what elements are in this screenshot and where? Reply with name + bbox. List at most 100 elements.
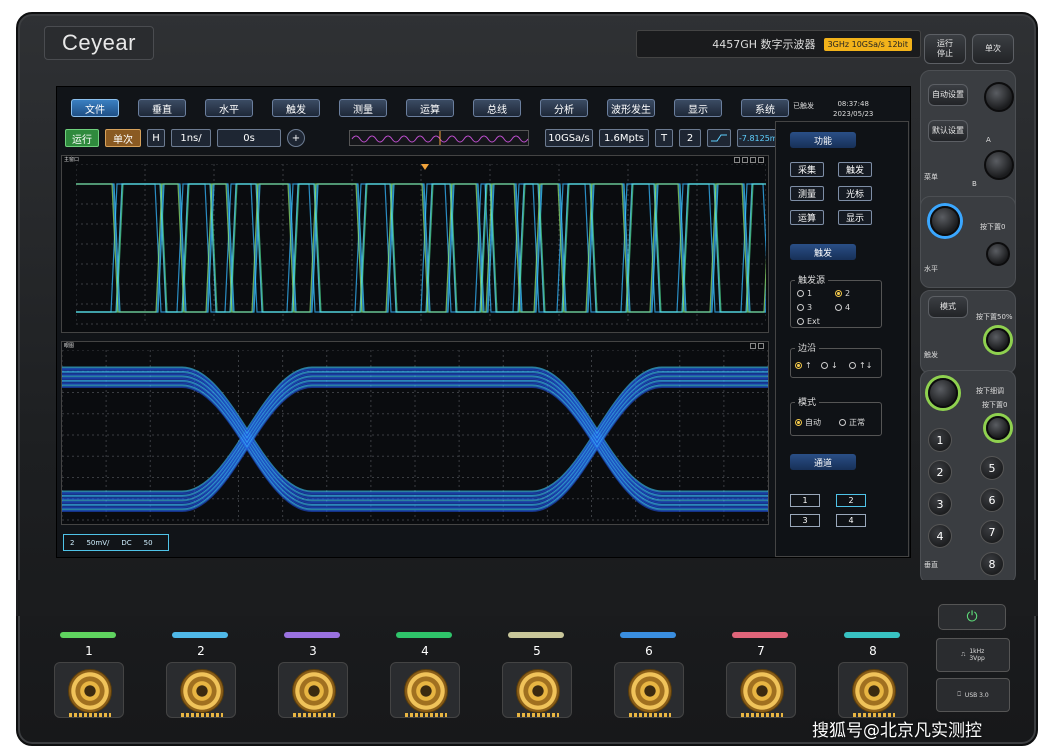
menu-item-1[interactable]: 垂直 xyxy=(138,99,186,117)
channel-key-7[interactable]: 7 xyxy=(980,520,1004,544)
window-close-icon[interactable] xyxy=(758,157,764,163)
bnc-connector-icon[interactable] xyxy=(68,669,112,713)
measure-button[interactable]: 测量 xyxy=(790,186,824,201)
bnc-connector-icon[interactable] xyxy=(516,669,560,713)
channel-info-box[interactable]: 2 50mV/ DC 50 xyxy=(63,534,169,551)
bnc-connector-icon[interactable] xyxy=(852,669,896,713)
menu-item-5[interactable]: 运算 xyxy=(406,99,454,117)
trigger-level-knob[interactable] xyxy=(986,328,1010,352)
source-1[interactable]: 1 xyxy=(797,289,812,298)
menu-item-0[interactable]: 文件 xyxy=(71,99,119,117)
usb-port[interactable]: ⎕ USB 3.0 xyxy=(936,678,1010,712)
channel-key-8[interactable]: 8 xyxy=(980,552,1004,576)
input-channel-4[interactable]: 4 xyxy=(386,632,464,722)
display-button[interactable]: 显示 xyxy=(838,210,872,225)
run-button[interactable]: 运行 xyxy=(65,129,99,147)
default-setup-button[interactable]: 默认设置 xyxy=(928,120,968,142)
input-channel-7[interactable]: 7 xyxy=(722,632,800,722)
memory-depth[interactable]: 1.6Mpts xyxy=(599,129,649,147)
input-channel-2[interactable]: 2 xyxy=(162,632,240,722)
channel-key-3[interactable]: 3 xyxy=(928,492,952,516)
cursor-button[interactable]: 光标 xyxy=(838,186,872,201)
delay-field[interactable]: 0s xyxy=(217,129,281,147)
edge-rising[interactable]: ↑ xyxy=(795,361,812,370)
connector-pins xyxy=(69,713,111,717)
zoom-icon[interactable]: + xyxy=(287,129,305,147)
channel-2-button[interactable]: 2 xyxy=(836,494,866,507)
bnc-housing xyxy=(614,662,684,718)
rising-edge-icon[interactable] xyxy=(707,129,731,147)
edge-falling[interactable]: ↓ xyxy=(821,361,838,370)
probe-comp-icon: ⎍ xyxy=(961,651,966,658)
input-channel-5[interactable]: 5 xyxy=(498,632,576,722)
source-4[interactable]: 4 xyxy=(835,303,850,312)
source-3[interactable]: 3 xyxy=(797,303,812,312)
horizontal-button[interactable]: H xyxy=(147,129,165,147)
timebase-field[interactable]: 1ns/ xyxy=(171,129,211,147)
input-channel-6[interactable]: 6 xyxy=(610,632,688,722)
channel-key-1[interactable]: 1 xyxy=(928,428,952,452)
trigger-mode-button[interactable]: 模式 xyxy=(928,296,968,318)
eye-window-max-icon[interactable] xyxy=(750,343,756,349)
knob-b[interactable] xyxy=(984,150,1014,180)
menu-item-2[interactable]: 水平 xyxy=(205,99,253,117)
input-channel-1[interactable]: 1 xyxy=(50,632,128,722)
edge-either[interactable]: ↑↓ xyxy=(849,361,872,370)
hw-single-button[interactable]: 单次 xyxy=(972,34,1014,64)
sample-rate[interactable]: 10GSa/s xyxy=(545,129,593,147)
window-max-icon[interactable] xyxy=(750,157,756,163)
knob-a[interactable] xyxy=(984,82,1014,112)
channel-4-button[interactable]: 4 xyxy=(836,514,866,527)
menu-item-6[interactable]: 总线 xyxy=(473,99,521,117)
auto-setup-button[interactable]: 自动设置 xyxy=(928,84,968,106)
menu-item-10[interactable]: 系统 xyxy=(741,99,789,117)
channel-3-button[interactable]: 3 xyxy=(790,514,820,527)
menu-item-8[interactable]: 波形发生 xyxy=(607,99,655,117)
channel-key-6[interactable]: 6 xyxy=(980,488,1004,512)
bnc-connector-icon[interactable] xyxy=(180,669,224,713)
trigger-button[interactable]: T xyxy=(655,129,673,147)
eye-window-close-icon[interactable] xyxy=(758,343,764,349)
input-channel-8[interactable]: 8 xyxy=(834,632,912,722)
bnc-connector-icon[interactable] xyxy=(740,669,784,713)
vertical-position-knob[interactable] xyxy=(986,416,1010,440)
channel-key-2[interactable]: 2 xyxy=(928,460,952,484)
single-button[interactable]: 单次 xyxy=(105,129,141,147)
channel-color-bar xyxy=(284,632,340,638)
menu-item-4[interactable]: 测量 xyxy=(339,99,387,117)
power-button[interactable]: ⏻ xyxy=(938,604,1006,630)
window-pin-icon[interactable] xyxy=(742,157,748,163)
bnc-housing xyxy=(278,662,348,718)
top-menu: 文件 垂直 水平 触发 测量 运算 总线 分析 波形发生 显示 系统 xyxy=(71,99,789,117)
trigger-channel[interactable]: 2 xyxy=(679,129,701,147)
channel-key-5[interactable]: 5 xyxy=(980,456,1004,480)
bnc-connector-icon[interactable] xyxy=(404,669,448,713)
channel-color-bar xyxy=(508,632,564,638)
channel-1-button[interactable]: 1 xyxy=(790,494,820,507)
function-head: 功能 xyxy=(790,132,856,148)
eye-diagram-window[interactable]: 眼图 xyxy=(61,341,769,525)
mode-normal[interactable]: 正常 xyxy=(839,417,865,428)
source-2[interactable]: 2 xyxy=(835,289,850,298)
vertical-scale-knob[interactable] xyxy=(928,378,958,408)
window-menu-icon[interactable] xyxy=(734,157,740,163)
channel-key-4[interactable]: 4 xyxy=(928,524,952,548)
input-channel-3[interactable]: 3 xyxy=(274,632,352,722)
probe-compensation[interactable]: ⎍ 1kHz 3Vpp xyxy=(936,638,1010,672)
horizontal-scale-knob[interactable] xyxy=(930,206,960,236)
bnc-connector-icon[interactable] xyxy=(628,669,672,713)
menu-item-7[interactable]: 分析 xyxy=(540,99,588,117)
waveform-overview[interactable] xyxy=(349,130,529,146)
source-ext[interactable]: Ext xyxy=(797,317,820,326)
acquire-button[interactable]: 采集 xyxy=(790,162,824,177)
usb-icon: ⎕ xyxy=(957,691,961,698)
math-button[interactable]: 运算 xyxy=(790,210,824,225)
run-stop-button[interactable]: 运行 停止 xyxy=(924,34,966,64)
main-waveform-window[interactable]: 主窗口 xyxy=(61,155,769,333)
mode-auto[interactable]: 自动 xyxy=(795,417,821,428)
bnc-connector-icon[interactable] xyxy=(292,669,336,713)
menu-item-3[interactable]: 触发 xyxy=(272,99,320,117)
horizontal-position-knob[interactable] xyxy=(986,242,1010,266)
trigger-menu-button[interactable]: 触发 xyxy=(838,162,872,177)
menu-item-9[interactable]: 显示 xyxy=(674,99,722,117)
